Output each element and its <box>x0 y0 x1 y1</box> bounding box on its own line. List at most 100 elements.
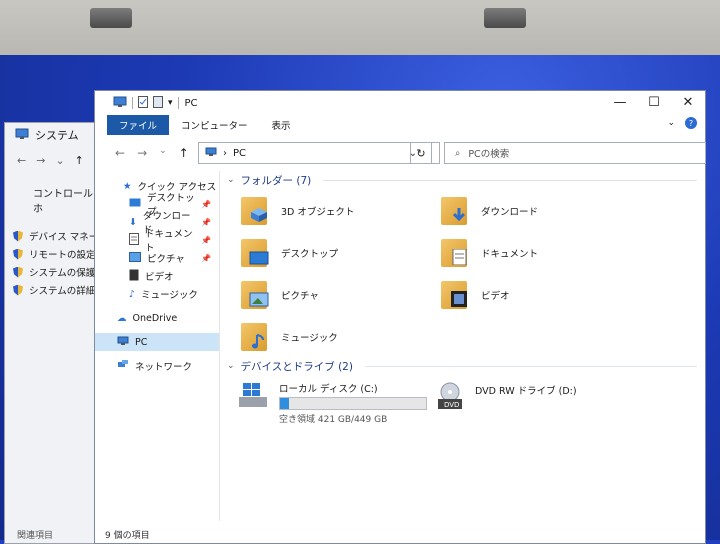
device-grid: ローカル ディスク (C:) 空き領域 421 GB/449 GB DVD DV… <box>227 375 697 435</box>
laptop-bezel <box>0 0 720 62</box>
drive-usage-fill <box>280 398 289 409</box>
up-arrow-icon[interactable]: ↑ <box>75 154 84 167</box>
maximize-button[interactable]: ☐ <box>637 91 671 113</box>
nav-item-videos[interactable]: ビデオ <box>95 267 219 285</box>
chevron-down-icon[interactable]: ⌄ <box>55 154 64 167</box>
drive-label: DVD RW ドライブ (D:) <box>475 386 577 397</box>
nav-label: ミュージック <box>141 290 198 301</box>
shield-icon <box>13 266 23 278</box>
nav-network[interactable]: ネットワーク <box>95 357 219 375</box>
folder-icon <box>241 237 271 269</box>
download-icon: ⬇ <box>129 216 137 228</box>
folder-videos[interactable]: ビデオ <box>441 279 510 311</box>
drive-label: ローカル ディスク (C:) <box>279 384 378 395</box>
related-items-label: 関連項目 <box>17 531 54 541</box>
folder-label: 3D オブジェクト <box>281 207 355 218</box>
pin-icon: 📌 <box>201 253 211 263</box>
folder-icon <box>441 279 471 311</box>
link-label: システムの保護 <box>29 268 96 279</box>
cloud-icon: ☁ <box>117 312 127 324</box>
nav-item-music[interactable]: ♪ ミュージック <box>95 285 219 303</box>
folder-icon <box>241 195 271 227</box>
close-button[interactable]: ✕ <box>671 91 705 113</box>
content-pane: ⌄ フォルダー (7) 3D オブジェクト ダウンロード デスクトップ ドキュメ… <box>227 171 697 521</box>
drive-usage-bar <box>279 397 427 410</box>
new-folder-icon[interactable] <box>153 95 163 111</box>
help-icon[interactable]: ? <box>685 117 697 129</box>
search-input[interactable]: ⌕ PCの検索 <box>444 142 706 164</box>
link-label: リモートの設定 <box>29 250 96 261</box>
drive-dvd-d[interactable]: DVD DVD RW ドライブ (D:) <box>435 381 577 414</box>
folder-grid: 3D オブジェクト ダウンロード デスクトップ ドキュメント ピクチャ ビデオ <box>227 189 697 353</box>
document-icon <box>129 232 139 248</box>
pin-icon: 📌 <box>201 217 211 227</box>
folder-documents[interactable]: ドキュメント <box>441 237 538 269</box>
file-explorer-window[interactable]: ▾ PC — ☐ ✕ ファイル コンピューター 表示 ⌄ ? ← → ⌄ ↑ ›… <box>94 90 706 544</box>
nav-label: PC <box>135 336 148 348</box>
address-bar[interactable]: › PC ⌄ <box>198 142 440 164</box>
bezel-hinge <box>484 8 526 28</box>
properties-icon[interactable] <box>138 95 148 111</box>
nav-label: ピクチャ <box>147 254 185 265</box>
breadcrumb-separator-icon[interactable]: › <box>223 148 227 159</box>
breadcrumb[interactable]: PC <box>233 148 246 159</box>
nav-item-documents[interactable]: ドキュメント 📌 <box>95 229 219 254</box>
recent-locations-chevron-icon[interactable]: ⌄ <box>159 146 167 160</box>
refresh-button[interactable]: ↻ <box>410 142 432 164</box>
tab-view[interactable]: 表示 <box>260 115 303 135</box>
expand-ribbon-icon[interactable]: ⌄ <box>667 118 675 128</box>
customize-chevron-icon[interactable]: ▾ <box>168 98 173 108</box>
drive-local-disk-c[interactable]: ローカル ディスク (C:) 空き領域 421 GB/449 GB <box>237 381 427 425</box>
back-arrow-icon[interactable]: ← <box>115 146 125 160</box>
divider <box>177 97 179 109</box>
pc-icon <box>113 96 127 111</box>
nav-onedrive[interactable]: ☁ OneDrive <box>95 309 219 327</box>
folder-label: ドキュメント <box>481 249 539 260</box>
folders-group-header[interactable]: ⌄ フォルダー (7) <box>227 171 697 189</box>
music-note-icon: ♪ <box>129 288 136 300</box>
bezel-hinge <box>90 8 132 28</box>
navigation-bar: ← → ⌄ ↑ › PC ⌄ ↻ ⌕ PCの検索 <box>95 139 706 167</box>
search-placeholder: PCの検索 <box>468 149 510 160</box>
drive-free-space: 空き領域 421 GB/449 GB <box>279 415 388 425</box>
folder-desktop[interactable]: デスクトップ <box>241 237 338 269</box>
group-title: フォルダー (7) <box>240 174 312 187</box>
svg-text:DVD: DVD <box>444 401 459 409</box>
nav-pc[interactable]: PC <box>95 333 219 351</box>
folder-icon <box>441 195 471 227</box>
navigation-pane: ★ クイック アクセス デスクトップ 📌 ⬇ ダウンロード 📌 ドキュメント 📌… <box>95 171 220 521</box>
minimize-button[interactable]: — <box>603 91 637 113</box>
folder-label: ダウンロード <box>481 207 539 218</box>
pc-icon <box>205 147 217 160</box>
folder-label: ミュージック <box>281 333 338 344</box>
system-window-title: システム <box>35 129 79 142</box>
titlebar[interactable]: ▾ PC — ☐ ✕ <box>95 91 705 115</box>
devices-group-header[interactable]: ⌄ デバイスとドライブ (2) <box>227 357 697 375</box>
ribbon-tabs: ファイル コンピューター 表示 ⌄ ? <box>95 115 705 135</box>
folder-downloads[interactable]: ダウンロード <box>441 195 538 227</box>
shield-icon <box>13 248 23 260</box>
pin-icon: 📌 <box>201 235 211 245</box>
chevron-down-icon[interactable]: ⌄ <box>227 361 235 371</box>
star-icon: ★ <box>123 180 132 192</box>
picture-icon <box>129 251 141 265</box>
dvd-drive-icon: DVD <box>435 381 465 414</box>
tab-file[interactable]: ファイル <box>107 115 170 135</box>
nav-item-pictures[interactable]: ピクチャ 📌 <box>95 249 219 267</box>
shield-icon <box>13 284 23 296</box>
folder-icon <box>441 237 471 269</box>
windows-drive-icon <box>237 381 269 412</box>
forward-arrow-icon[interactable]: → <box>36 154 45 167</box>
video-icon <box>129 269 139 284</box>
back-arrow-icon[interactable]: ← <box>17 154 26 167</box>
chevron-down-icon[interactable]: ⌄ <box>227 175 235 185</box>
up-arrow-icon[interactable]: ↑ <box>179 146 189 160</box>
divider <box>323 179 697 181</box>
folder-3d-objects[interactable]: 3D オブジェクト <box>241 195 354 227</box>
search-icon: ⌕ <box>455 147 461 159</box>
folder-pictures[interactable]: ピクチャ <box>241 279 319 311</box>
pin-icon: 📌 <box>201 199 211 209</box>
tab-computer[interactable]: コンピューター <box>169 115 260 135</box>
forward-arrow-icon[interactable]: → <box>137 146 147 160</box>
folder-music[interactable]: ミュージック <box>241 321 338 353</box>
